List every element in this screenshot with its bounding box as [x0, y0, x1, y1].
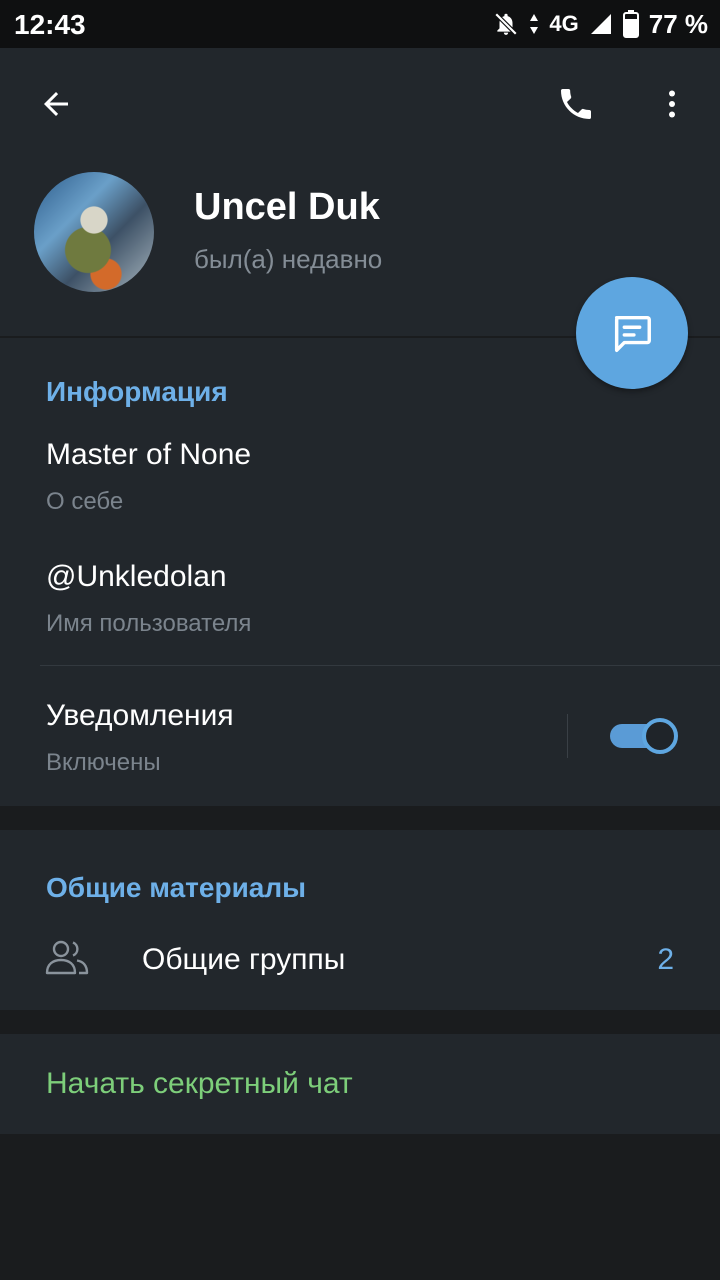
info-section: Информация Master of None О себе @Unkled… — [0, 338, 720, 806]
phone-icon — [561, 89, 591, 119]
shared-section-title: Общие материалы — [46, 872, 307, 903]
battery-percent: 77 % — [648, 8, 708, 39]
username-label: Имя пользователя — [46, 610, 252, 637]
network-type: 4G — [549, 11, 579, 36]
call-button[interactable] — [552, 80, 600, 128]
bio-value: Master of None — [46, 438, 252, 471]
arrow-left-icon — [44, 92, 68, 116]
bio-label: О себе — [46, 488, 124, 515]
battery-icon — [622, 10, 639, 38]
secret-chat-section: Начать секретный чат — [0, 1034, 720, 1134]
common-groups-label: Общие группы — [142, 943, 346, 976]
send-message-button[interactable] — [576, 277, 688, 389]
message-icon — [614, 315, 651, 352]
notifications-off-icon — [495, 12, 518, 36]
data-arrows-icon — [530, 14, 539, 34]
more-vertical-icon — [669, 90, 675, 118]
signal-icon — [590, 14, 611, 34]
group-icon — [45, 940, 89, 975]
profile-name: Uncel Duk — [194, 186, 380, 228]
vertical-divider — [567, 714, 568, 758]
profile-status: был(а) недавно — [194, 244, 383, 274]
common-groups-count: 2 — [657, 943, 674, 976]
notifications-toggle[interactable] — [610, 718, 678, 754]
shared-section: Общие материалы Общие группы 2 — [0, 830, 720, 1010]
back-button[interactable] — [32, 80, 80, 128]
notifications-state: Включены — [46, 749, 161, 776]
status-time: 12:43 — [14, 9, 86, 40]
start-secret-chat-button[interactable]: Начать секретный чат — [46, 1067, 353, 1101]
username-value: @Unkledolan — [46, 560, 227, 593]
more-button[interactable] — [648, 80, 696, 128]
notifications-label: Уведомления — [46, 699, 234, 732]
status-bar: 12:43 4G 77 % — [0, 0, 720, 48]
info-section-title: Информация — [46, 376, 228, 407]
status-icons: 4G 77 % — [493, 8, 708, 40]
divider — [40, 665, 720, 666]
toggle-knob — [642, 718, 678, 754]
avatar[interactable] — [34, 172, 154, 292]
